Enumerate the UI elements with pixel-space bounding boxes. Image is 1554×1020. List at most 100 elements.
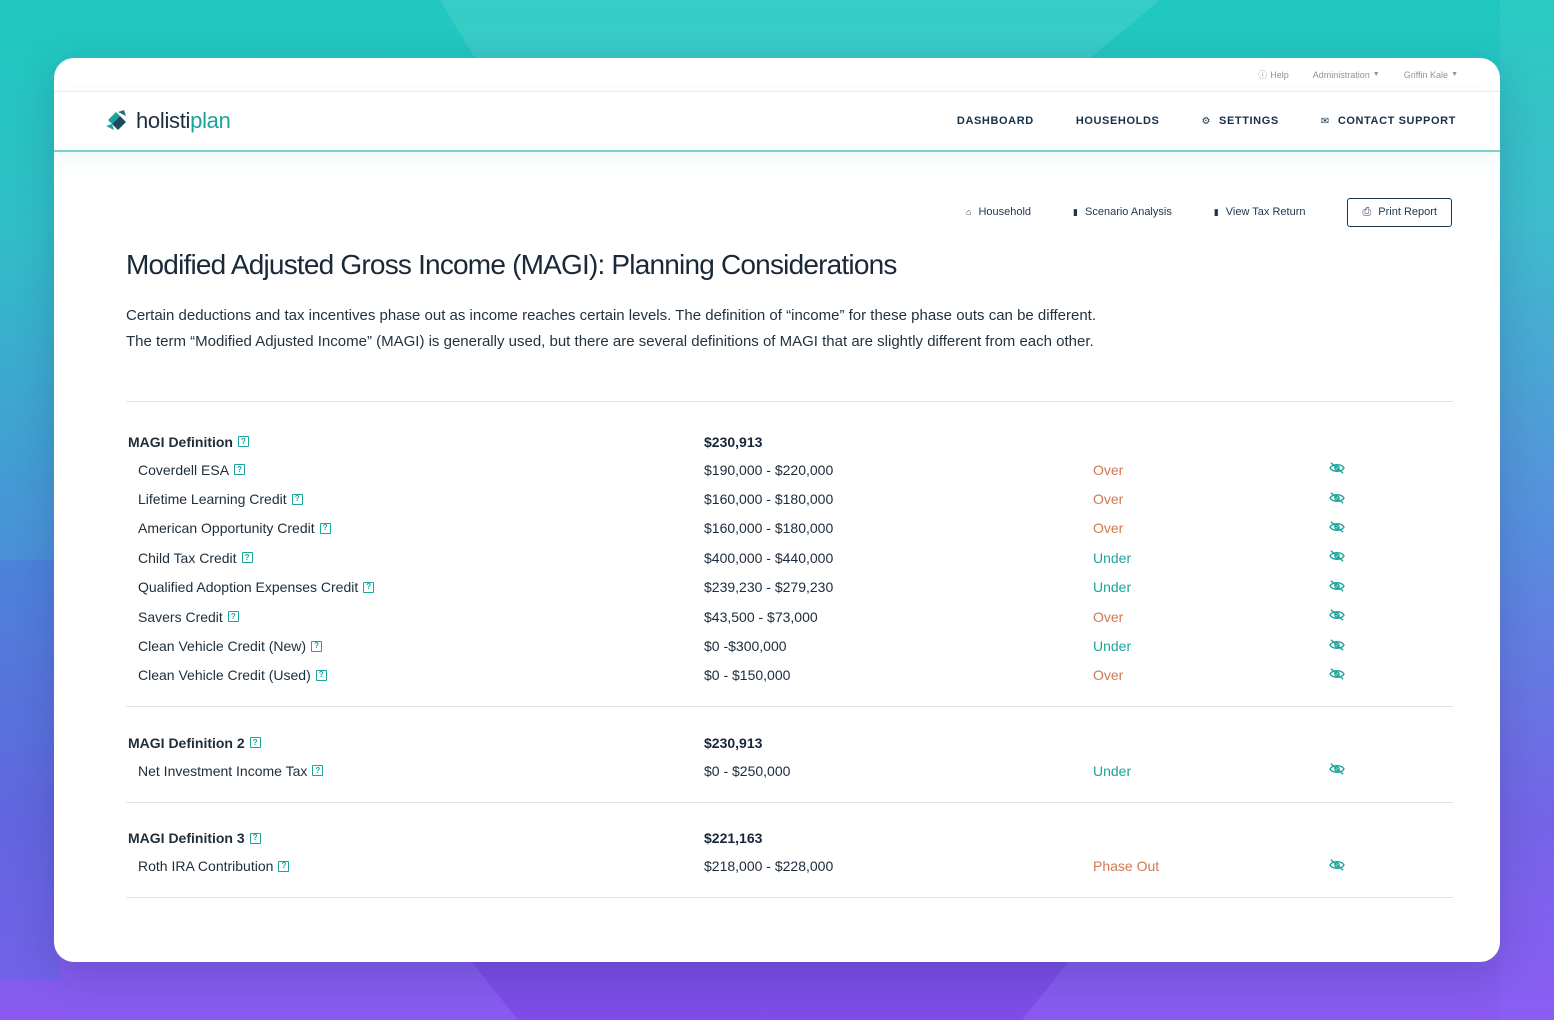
print-report-button[interactable]: ⎙ Print Report bbox=[1347, 197, 1452, 227]
help-tooltip-icon[interactable]: ? bbox=[315, 669, 327, 681]
hide-eye-icon[interactable] bbox=[1328, 491, 1408, 508]
item-range: $0 -$300,000 bbox=[704, 638, 787, 655]
item-name: Roth IRA Contribution bbox=[138, 858, 274, 875]
item-range: $0 - $250,000 bbox=[704, 762, 791, 779]
help-link[interactable]: ⓘ Help bbox=[1258, 68, 1289, 81]
help-tooltip-icon[interactable]: ? bbox=[278, 860, 290, 872]
help-tooltip-icon[interactable]: ? bbox=[319, 522, 331, 534]
hide-eye-icon[interactable] bbox=[1328, 762, 1408, 779]
hide-eye-icon[interactable] bbox=[1328, 608, 1408, 625]
magi-item-row: Child Tax Credit? $400,000 - $440,000 Unde… bbox=[126, 543, 1453, 572]
help-tooltip-icon[interactable]: ? bbox=[234, 464, 246, 476]
caret-down-icon: ▼ bbox=[1451, 71, 1458, 78]
printer-icon: ⎙ bbox=[1362, 205, 1372, 218]
help-tooltip-icon[interactable]: ? bbox=[249, 737, 261, 749]
item-name: Lifetime Learning Credit bbox=[138, 491, 287, 508]
magi-item-row: Lifetime Learning Credit? $160,000 - $180… bbox=[126, 484, 1453, 513]
item-range: $218,000 - $228,000 bbox=[704, 858, 834, 875]
item-name: Clean Vehicle Credit (New) bbox=[138, 638, 307, 655]
item-range: $400,000 - $440,000 bbox=[704, 549, 834, 566]
hide-eye-icon[interactable] bbox=[1328, 667, 1408, 684]
nav-contact-support[interactable]: ✉ CONTACT SUPPORT bbox=[1321, 115, 1456, 127]
magi-item-row: Coverdell ESA? $190,000 - $220,000 Over bbox=[126, 455, 1453, 484]
magi-item-row: Savers Credit? $43,500 - $73,000 Over bbox=[126, 602, 1453, 631]
logo[interactable]: holistiplan bbox=[104, 108, 231, 134]
item-name: Qualified Adoption Expenses Credit bbox=[138, 579, 359, 596]
document-icon: ▮ bbox=[1073, 206, 1078, 217]
item-range: $239,230 - $279,230 bbox=[704, 579, 834, 596]
home-icon: ⌂ bbox=[966, 207, 972, 217]
household-link[interactable]: ⌂ Household bbox=[966, 206, 1031, 218]
item-status: Over bbox=[1093, 461, 1124, 478]
item-status: Under bbox=[1093, 638, 1132, 655]
magi-group-header: MAGI Definition 2? $230,913 bbox=[126, 729, 1453, 756]
item-status: Over bbox=[1093, 667, 1124, 684]
magi-item-row: American Opportunity Credit? $160,000 - $… bbox=[126, 514, 1453, 543]
nav-dashboard[interactable]: DASHBOARD bbox=[957, 115, 1034, 127]
item-status: Over bbox=[1093, 491, 1124, 508]
mail-icon: ✉ bbox=[1320, 115, 1330, 127]
magi-definition-label: MAGI Definition bbox=[128, 433, 233, 450]
main-content: Modified Adjusted Gross Income (MAGI): P… bbox=[54, 249, 1500, 898]
magi-item-row: Qualified Adoption Expenses Credit? $239,… bbox=[126, 573, 1453, 602]
view-tax-return-link[interactable]: ▮ View Tax Return bbox=[1214, 206, 1306, 218]
magi-group: MAGI Definition? $230,913 Coverdell ESA? $1… bbox=[126, 401, 1453, 706]
item-name: Savers Credit bbox=[138, 608, 223, 625]
magi-item-row: Net Investment Income Tax? $0 - $250,000 U… bbox=[126, 756, 1453, 785]
magi-definition-label: MAGI Definition 2 bbox=[128, 734, 245, 751]
user-menu[interactable]: Griffin Kale ▼ bbox=[1404, 70, 1458, 80]
gear-icon: ⚙ bbox=[1201, 115, 1212, 127]
caret-down-icon: ▼ bbox=[1372, 71, 1380, 78]
item-status: Over bbox=[1093, 520, 1124, 537]
hide-eye-icon[interactable] bbox=[1328, 858, 1408, 875]
item-status: Phase Out bbox=[1093, 858, 1160, 875]
item-range: $190,000 - $220,000 bbox=[704, 461, 834, 478]
item-status: Under bbox=[1093, 762, 1132, 779]
nav-links: DASHBOARD HOUSEHOLDS ⚙ SETTINGS ✉ CONTACT … bbox=[957, 115, 1456, 127]
hide-eye-icon[interactable] bbox=[1328, 461, 1408, 478]
help-tooltip-icon[interactable]: ? bbox=[227, 611, 239, 623]
item-range: $160,000 - $180,000 bbox=[704, 491, 834, 508]
magi-item-row: Clean Vehicle Credit (New)? $0 -$300,000 U… bbox=[126, 631, 1453, 660]
page-description: Certain deductions and tax incentives ph… bbox=[126, 307, 1097, 350]
item-name: American Opportunity Credit bbox=[138, 520, 315, 537]
magi-item-row: Roth IRA Contribution? $218,000 - $228,00… bbox=[126, 852, 1453, 881]
magi-value: $230,913 bbox=[704, 734, 763, 751]
scenario-analysis-link[interactable]: ▮ Scenario Analysis bbox=[1073, 206, 1172, 218]
nav-settings[interactable]: ⚙ SETTINGS bbox=[1201, 115, 1278, 127]
item-status: Over bbox=[1093, 608, 1124, 625]
administration-menu[interactable]: Administration ▼ bbox=[1313, 70, 1380, 80]
help-tooltip-icon[interactable]: ? bbox=[238, 436, 249, 447]
help-tooltip-icon[interactable]: ? bbox=[311, 640, 323, 652]
main-nav: holistiplan DASHBOARD HOUSEHOLDS ⚙ SETTIN… bbox=[54, 91, 1500, 152]
item-name: Clean Vehicle Credit (Used) bbox=[138, 667, 311, 684]
item-status: Under bbox=[1093, 579, 1132, 596]
magi-group-header: MAGI Definition 3? $221,163 bbox=[126, 825, 1453, 852]
help-tooltip-icon[interactable]: ? bbox=[241, 552, 253, 564]
magi-group-header: MAGI Definition? $230,913 bbox=[126, 428, 1453, 455]
app-window: ⓘ Help Administration ▼ Griffin Kale ▼ h… bbox=[54, 58, 1500, 962]
hide-eye-icon[interactable] bbox=[1328, 579, 1408, 596]
item-name: Coverdell ESA bbox=[138, 461, 230, 478]
item-name: Net Investment Income Tax bbox=[138, 762, 308, 779]
help-icon: ⓘ bbox=[1258, 70, 1268, 80]
item-range: $43,500 - $73,000 bbox=[704, 608, 818, 625]
hide-eye-icon[interactable] bbox=[1328, 520, 1408, 537]
item-range: $160,000 - $180,000 bbox=[704, 520, 834, 537]
page-title: Modified Adjusted Gross Income (MAGI): P… bbox=[126, 249, 897, 280]
nav-households[interactable]: HOUSEHOLDS bbox=[1076, 115, 1160, 127]
magi-value: $230,913 bbox=[704, 433, 763, 450]
hide-eye-icon[interactable] bbox=[1328, 638, 1408, 655]
document-icon: ▮ bbox=[1213, 206, 1219, 217]
help-tooltip-icon[interactable]: ? bbox=[312, 765, 324, 777]
magi-group: MAGI Definition 3? $221,163 Roth IRA Contr… bbox=[126, 801, 1453, 898]
help-tooltip-icon[interactable]: ? bbox=[363, 581, 375, 593]
holistiplan-logo-icon bbox=[106, 110, 126, 130]
help-tooltip-icon[interactable]: ? bbox=[291, 493, 303, 505]
magi-table: MAGI Definition? $230,913 Coverdell ESA? $1… bbox=[126, 401, 1453, 898]
hide-eye-icon[interactable] bbox=[1328, 549, 1408, 566]
magi-definition-label: MAGI Definition 3 bbox=[128, 830, 245, 847]
magi-item-row: Clean Vehicle Credit (Used)? $0 - $150,00… bbox=[126, 661, 1453, 690]
item-name: Child Tax Credit bbox=[138, 549, 237, 566]
help-tooltip-icon[interactable]: ? bbox=[249, 832, 261, 844]
